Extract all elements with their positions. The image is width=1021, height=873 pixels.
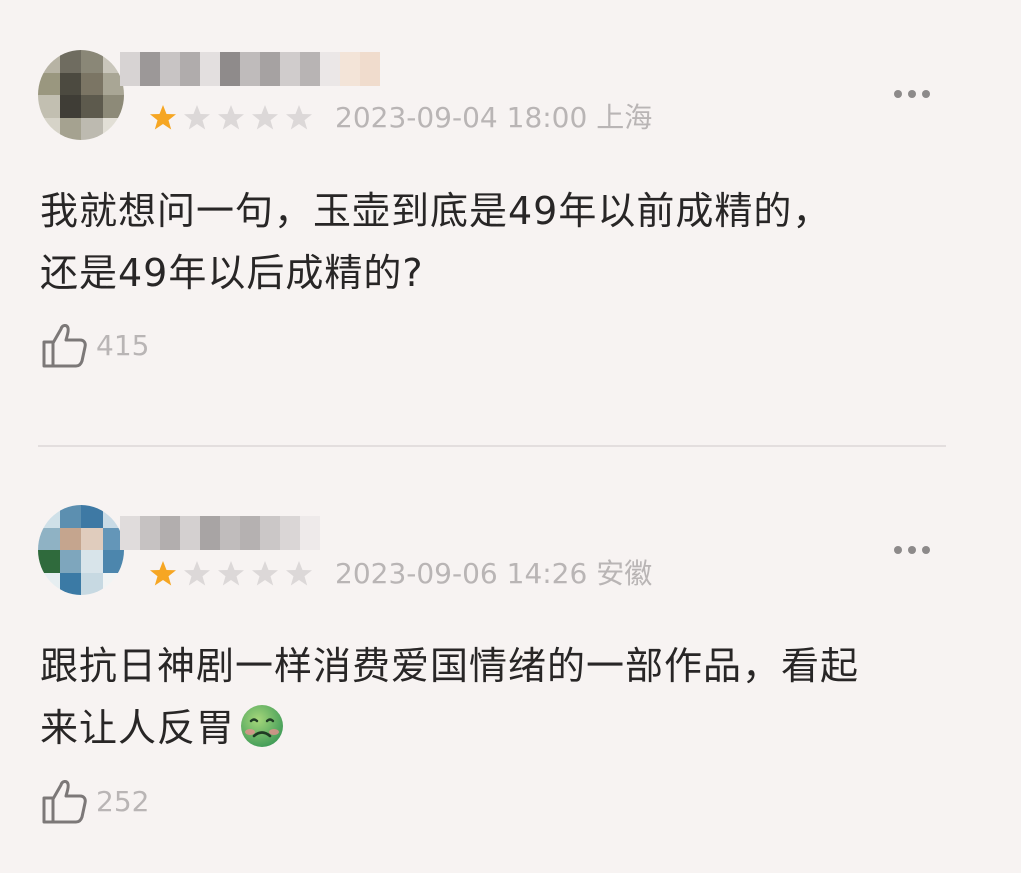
star-filled-icon (150, 105, 176, 130)
star-empty-icon (286, 561, 312, 586)
comment-location: 上海 (596, 101, 653, 134)
star-empty-icon (218, 561, 244, 586)
dot-icon (908, 546, 916, 554)
comment-text: 我就想问一句，玉壶到底是49年以前成精的， 还是49年以后成精的? (40, 180, 960, 304)
more-options-button[interactable] (884, 80, 940, 108)
star-empty-icon (184, 561, 210, 586)
star-rating (148, 556, 318, 592)
star-rating (148, 100, 318, 136)
like-count: 252 (96, 784, 150, 818)
comment-text-line: 跟抗日神剧一样消费爱国情绪的一部作品，看起 (40, 644, 860, 688)
star-empty-icon (218, 105, 244, 130)
thumbs-up-icon (42, 780, 87, 824)
avatar[interactable] (38, 50, 124, 140)
comment-text-line: 来让人反胃 (40, 697, 960, 759)
like-button[interactable]: 415 (40, 320, 149, 370)
avatar[interactable] (38, 505, 124, 595)
dot-icon (922, 90, 930, 98)
like-button[interactable]: 252 (40, 776, 149, 826)
username-blurred[interactable] (120, 516, 320, 550)
star-empty-icon (252, 105, 278, 130)
thumbs-up-icon (42, 324, 87, 368)
comment-location: 安徽 (596, 557, 653, 590)
dot-icon (922, 546, 930, 554)
comment-date: 2023-09-06 14:26 (335, 557, 588, 590)
more-options-button[interactable] (884, 536, 940, 564)
divider (38, 445, 946, 447)
comment-text-line: 我就想问一句，玉壶到底是49年以前成精的， (40, 189, 832, 233)
like-count: 415 (96, 328, 150, 362)
star-filled-icon (150, 561, 176, 586)
dot-icon (908, 90, 916, 98)
comment-meta: 2023-09-04 18:00 上海 (335, 100, 652, 136)
star-empty-icon (184, 105, 210, 130)
comment-meta: 2023-09-06 14:26 安徽 (335, 556, 652, 592)
comment-date: 2023-09-04 18:00 (335, 101, 588, 134)
star-empty-icon (252, 561, 278, 586)
comment-text-line: 还是49年以后成精的? (40, 251, 424, 295)
comment-text-line-content: 来让人反胃 (40, 706, 236, 750)
dot-icon (894, 546, 902, 554)
comment-text: 跟抗日神剧一样消费爱国情绪的一部作品，看起 来让人反胃 (40, 635, 960, 759)
username-blurred[interactable] (120, 52, 380, 86)
star-empty-icon (286, 105, 312, 130)
nauseated-face-icon (241, 705, 284, 747)
dot-icon (894, 90, 902, 98)
